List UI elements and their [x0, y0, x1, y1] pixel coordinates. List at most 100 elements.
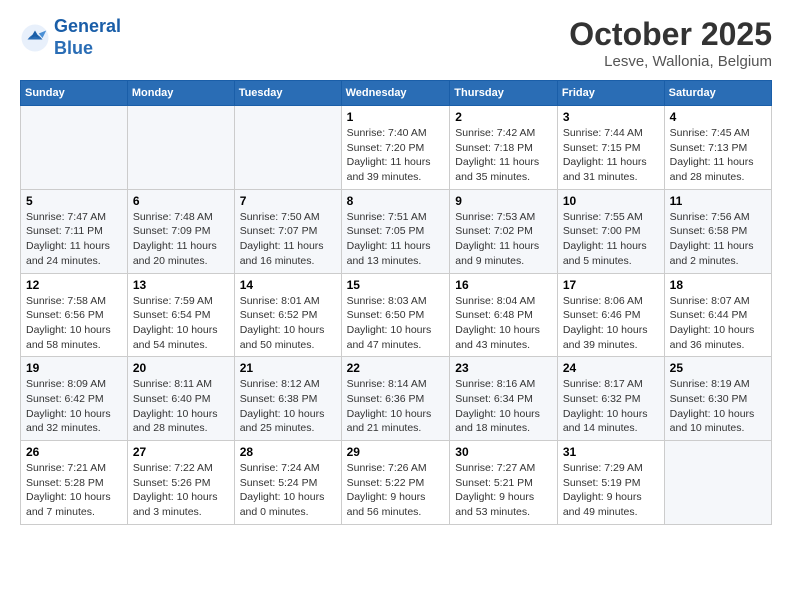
day-number: 7 [240, 194, 336, 208]
day-number: 4 [670, 110, 766, 124]
day-number: 1 [347, 110, 445, 124]
day-number: 16 [455, 278, 552, 292]
header-thursday: Thursday [450, 81, 558, 106]
day-info: Sunrise: 7:58 AM Sunset: 6:56 PM Dayligh… [26, 294, 122, 353]
day-number: 15 [347, 278, 445, 292]
calendar-cell: 2Sunrise: 7:42 AM Sunset: 7:18 PM Daylig… [450, 106, 558, 190]
day-info: Sunrise: 7:44 AM Sunset: 7:15 PM Dayligh… [563, 126, 659, 185]
day-info: Sunrise: 8:01 AM Sunset: 6:52 PM Dayligh… [240, 294, 336, 353]
calendar-body: 1 Sunrise: 7:40 AM Sunset: 7:20 PM Daylig… [21, 106, 772, 525]
day-number: 10 [563, 194, 659, 208]
day-info: Sunrise: 7:45 AM Sunset: 7:13 PM Dayligh… [670, 126, 766, 185]
day-info: Sunrise: 7:40 AM Sunset: 7:20 PM Dayligh… [347, 126, 445, 185]
day-number: 3 [563, 110, 659, 124]
header-friday: Friday [557, 81, 664, 106]
day-info: Sunrise: 8:11 AM Sunset: 6:40 PM Dayligh… [133, 377, 229, 436]
calendar-cell: 10 Sunrise: 7:55 AM Sunset: 7:00 PM Dayli… [557, 189, 664, 273]
calendar-cell: 30 Sunrise: 7:27 AM Sunset: 5:21 PM Dayli… [450, 441, 558, 525]
header-tuesday: Tuesday [234, 81, 341, 106]
day-number: 23 [455, 361, 552, 375]
day-number: 28 [240, 445, 336, 459]
month-title: October 2025 [569, 16, 772, 53]
calendar-cell: 6Sunrise: 7:48 AM Sunset: 7:09 PM Daylig… [127, 189, 234, 273]
page: General Blue October 2025 Lesve, Walloni… [0, 0, 792, 541]
calendar-cell: 4 Sunrise: 7:45 AM Sunset: 7:13 PM Daylig… [664, 106, 771, 190]
header: General Blue October 2025 Lesve, Walloni… [20, 16, 772, 70]
day-number: 14 [240, 278, 336, 292]
day-number: 18 [670, 278, 766, 292]
week-row-0: 1 Sunrise: 7:40 AM Sunset: 7:20 PM Daylig… [21, 106, 772, 190]
calendar-cell: 23 Sunrise: 8:16 AM Sunset: 6:34 PM Dayli… [450, 357, 558, 441]
day-number: 20 [133, 361, 229, 375]
day-info: Sunrise: 8:06 AM Sunset: 6:46 PM Dayligh… [563, 294, 659, 353]
calendar-cell: 11 Sunrise: 7:56 AM Sunset: 6:58 PM Dayli… [664, 189, 771, 273]
day-info: Sunrise: 7:56 AM Sunset: 6:58 PM Dayligh… [670, 210, 766, 269]
header-wednesday: Wednesday [341, 81, 450, 106]
day-info: Sunrise: 7:55 AM Sunset: 7:00 PM Dayligh… [563, 210, 659, 269]
calendar-cell [664, 441, 771, 525]
calendar-cell: 21Sunrise: 8:12 AM Sunset: 6:38 PM Dayli… [234, 357, 341, 441]
calendar-cell: 7 Sunrise: 7:50 AM Sunset: 7:07 PM Daylig… [234, 189, 341, 273]
calendar-cell: 13 Sunrise: 7:59 AM Sunset: 6:54 PM Dayli… [127, 273, 234, 357]
day-info: Sunrise: 8:07 AM Sunset: 6:44 PM Dayligh… [670, 294, 766, 353]
day-number: 21 [240, 361, 336, 375]
calendar-cell: 31 Sunrise: 7:29 AM Sunset: 5:19 PM Dayli… [557, 441, 664, 525]
calendar-cell: 20 Sunrise: 8:11 AM Sunset: 6:40 PM Dayli… [127, 357, 234, 441]
calendar-cell: 16 Sunrise: 8:04 AM Sunset: 6:48 PM Dayli… [450, 273, 558, 357]
day-number: 8 [347, 194, 445, 208]
day-number: 30 [455, 445, 552, 459]
header-sunday: Sunday [21, 81, 128, 106]
day-number: 6 [133, 194, 229, 208]
day-number: 29 [347, 445, 445, 459]
day-info: Sunrise: 7:27 AM Sunset: 5:21 PM Dayligh… [455, 461, 552, 520]
day-number: 5 [26, 194, 122, 208]
calendar-cell: 12 Sunrise: 7:58 AM Sunset: 6:56 PM Dayli… [21, 273, 128, 357]
day-number: 17 [563, 278, 659, 292]
day-number: 12 [26, 278, 122, 292]
day-number: 25 [670, 361, 766, 375]
day-info: Sunrise: 7:42 AM Sunset: 7:18 PM Dayligh… [455, 126, 552, 185]
calendar-cell [127, 106, 234, 190]
logo-text: General Blue [54, 16, 121, 59]
day-info: Sunrise: 7:29 AM Sunset: 5:19 PM Dayligh… [563, 461, 659, 520]
calendar-cell: 19Sunrise: 8:09 AM Sunset: 6:42 PM Dayli… [21, 357, 128, 441]
day-info: Sunrise: 7:59 AM Sunset: 6:54 PM Dayligh… [133, 294, 229, 353]
calendar-cell: 26 Sunrise: 7:21 AM Sunset: 5:28 PM Dayli… [21, 441, 128, 525]
day-number: 26 [26, 445, 122, 459]
header-saturday: Saturday [664, 81, 771, 106]
calendar-cell [234, 106, 341, 190]
day-info: Sunrise: 8:17 AM Sunset: 6:32 PM Dayligh… [563, 377, 659, 436]
day-info: Sunrise: 7:21 AM Sunset: 5:28 PM Dayligh… [26, 461, 122, 520]
day-number: 27 [133, 445, 229, 459]
calendar-cell: 14 Sunrise: 8:01 AM Sunset: 6:52 PM Dayli… [234, 273, 341, 357]
calendar-cell: 8Sunrise: 7:51 AM Sunset: 7:05 PM Daylig… [341, 189, 450, 273]
day-info: Sunrise: 8:19 AM Sunset: 6:30 PM Dayligh… [670, 377, 766, 436]
title-block: October 2025 Lesve, Wallonia, Belgium [569, 16, 772, 70]
calendar-cell: 29 Sunrise: 7:26 AM Sunset: 5:22 PM Dayli… [341, 441, 450, 525]
week-row-2: 12 Sunrise: 7:58 AM Sunset: 6:56 PM Dayli… [21, 273, 772, 357]
day-info: Sunrise: 8:04 AM Sunset: 6:48 PM Dayligh… [455, 294, 552, 353]
calendar-cell: 27 Sunrise: 7:22 AM Sunset: 5:26 PM Dayli… [127, 441, 234, 525]
calendar-cell [21, 106, 128, 190]
calendar-cell: 18 Sunrise: 8:07 AM Sunset: 6:44 PM Dayli… [664, 273, 771, 357]
calendar-cell: 24 Sunrise: 8:17 AM Sunset: 6:32 PM Dayli… [557, 357, 664, 441]
day-info: Sunrise: 7:50 AM Sunset: 7:07 PM Dayligh… [240, 210, 336, 269]
day-info: Sunrise: 7:26 AM Sunset: 5:22 PM Dayligh… [347, 461, 445, 520]
calendar-cell: 25 Sunrise: 8:19 AM Sunset: 6:30 PM Dayli… [664, 357, 771, 441]
calendar-header: Sunday Monday Tuesday Wednesday Thursday… [21, 81, 772, 106]
week-row-3: 19Sunrise: 8:09 AM Sunset: 6:42 PM Dayli… [21, 357, 772, 441]
day-info: Sunrise: 7:22 AM Sunset: 5:26 PM Dayligh… [133, 461, 229, 520]
day-number: 24 [563, 361, 659, 375]
calendar-cell: 22Sunrise: 8:14 AM Sunset: 6:36 PM Dayli… [341, 357, 450, 441]
day-number: 11 [670, 194, 766, 208]
day-info: Sunrise: 8:16 AM Sunset: 6:34 PM Dayligh… [455, 377, 552, 436]
day-info: Sunrise: 8:03 AM Sunset: 6:50 PM Dayligh… [347, 294, 445, 353]
calendar-table: Sunday Monday Tuesday Wednesday Thursday… [20, 80, 772, 525]
day-number: 13 [133, 278, 229, 292]
day-number: 31 [563, 445, 659, 459]
location: Lesve, Wallonia, Belgium [569, 53, 772, 70]
logo-line2: Blue [54, 38, 93, 58]
logo-line1: General [54, 16, 121, 36]
logo-icon [20, 23, 50, 53]
day-number: 9 [455, 194, 552, 208]
